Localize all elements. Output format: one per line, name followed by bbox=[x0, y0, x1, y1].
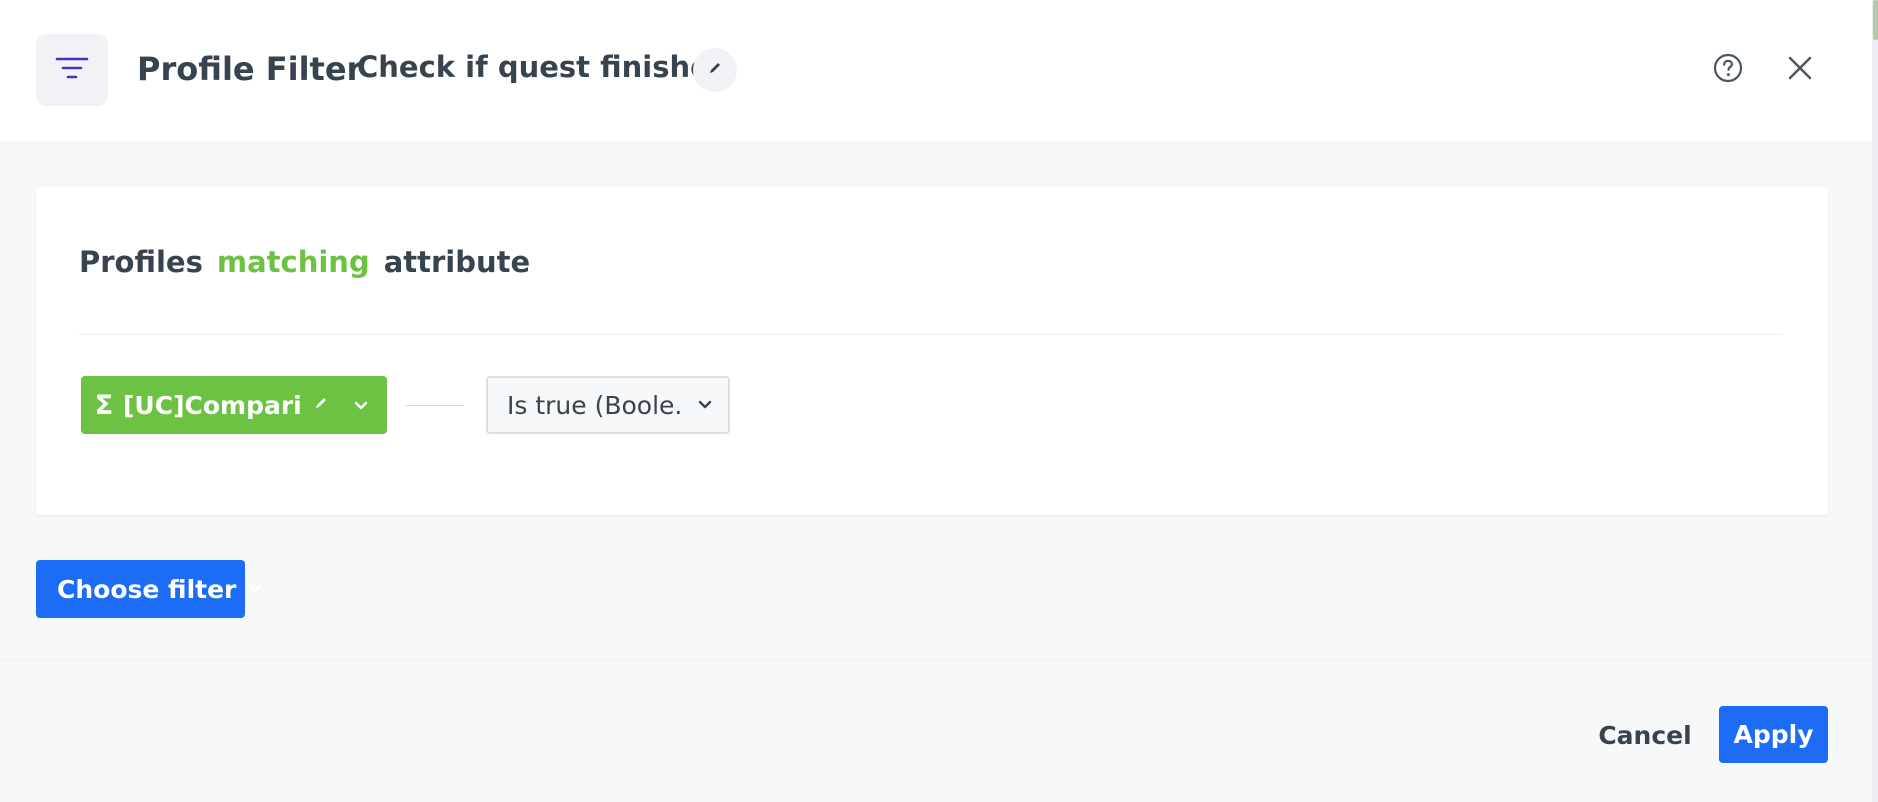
choose-filter-button[interactable]: Choose filter bbox=[36, 560, 262, 618]
pencil-icon bbox=[707, 60, 723, 80]
close-icon bbox=[1786, 54, 1814, 86]
close-button[interactable] bbox=[1780, 50, 1820, 90]
operator-select[interactable]: Is true (Boole... bbox=[486, 376, 730, 434]
filter-name: Check if quest finished bbox=[357, 50, 731, 84]
attribute-label: [UC]Compari... bbox=[123, 390, 301, 420]
divider bbox=[79, 334, 1783, 335]
edit-filter-name-button[interactable] bbox=[693, 48, 737, 92]
apply-button[interactable]: Apply bbox=[1719, 706, 1828, 763]
sentence-attribute: attribute bbox=[383, 245, 531, 279]
chevron-down-icon bbox=[354, 396, 368, 415]
choose-filter-label: Choose filter bbox=[57, 574, 237, 604]
condition-sentence: Profiles matching attribute bbox=[79, 245, 530, 279]
condition-card: Profiles matching attribute Σ [UC]Compar… bbox=[36, 187, 1828, 515]
page-title: Profile Filter bbox=[137, 50, 363, 88]
connector-line bbox=[405, 405, 464, 406]
modal-header: Profile Filter Check if quest finished bbox=[0, 0, 1872, 141]
chevron-down-icon bbox=[248, 584, 262, 594]
edit-attribute-button[interactable] bbox=[301, 376, 341, 434]
scrollbar-thumb[interactable] bbox=[1873, 0, 1878, 40]
cancel-button[interactable]: Cancel bbox=[1590, 706, 1700, 764]
sentence-profiles: Profiles bbox=[79, 245, 203, 279]
chevron-down-icon bbox=[685, 400, 725, 410]
footer-divider bbox=[0, 660, 1872, 661]
window-scrollbar[interactable] bbox=[1872, 0, 1878, 802]
sigma-icon: Σ bbox=[94, 389, 114, 421]
attribute-selector[interactable]: Σ [UC]Compari... bbox=[81, 376, 387, 434]
question-circle-icon bbox=[1712, 52, 1744, 88]
pencil-icon bbox=[313, 395, 329, 415]
match-type-toggle[interactable]: matching bbox=[217, 245, 370, 279]
filter-badge bbox=[36, 34, 108, 106]
filter-lines-icon bbox=[55, 55, 89, 85]
operator-label: Is true (Boole... bbox=[507, 390, 685, 420]
help-button[interactable] bbox=[1708, 50, 1748, 90]
attribute-dropdown-toggle[interactable] bbox=[341, 376, 381, 434]
